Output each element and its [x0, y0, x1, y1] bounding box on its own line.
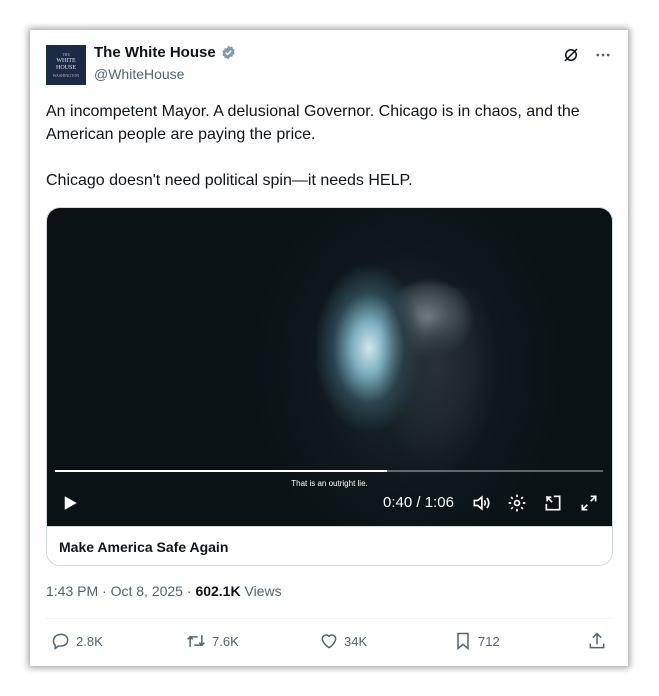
author-handle[interactable]: @WhiteHouse [94, 66, 184, 82]
reply-icon [52, 633, 69, 650]
post-paragraph: An incompetent Mayor. A delusional Gover… [46, 103, 580, 143]
picture-in-picture-icon[interactable] [543, 493, 563, 513]
share-icon [589, 632, 605, 649]
avatar-text-line: HOUSE [55, 65, 76, 71]
post-text: An incompetent Mayor. A delusional Gover… [46, 100, 612, 192]
reply-button[interactable]: 2.8K [51, 631, 103, 651]
like-button[interactable]: 34K [319, 631, 367, 651]
author-name[interactable]: The White House [94, 44, 216, 61]
video-progress-bar[interactable] [55, 470, 603, 472]
post-paragraph: Chicago doesn't need political spin—it n… [46, 172, 413, 189]
avatar-text-line: WASHINGTON [52, 73, 80, 78]
duration: 1:06 [424, 494, 454, 511]
like-count: 34K [344, 633, 368, 649]
video-title: Make America Safe Again [59, 539, 229, 555]
post-time[interactable]: 1:43 PM [46, 583, 98, 599]
tweet-card: THE WHITE HOUSE WASHINGTON The White Hou… [30, 30, 628, 666]
video-title-bar[interactable]: Make America Safe Again [47, 526, 612, 565]
video-card[interactable]: That is an outright lie. 0:40 / 1:06 Mak… [46, 207, 613, 566]
video-progress-fill [55, 470, 388, 472]
bookmark-count: 712 [478, 633, 500, 649]
video-controls: 0:40 / 1:06 [47, 488, 612, 518]
meta-separator: · [102, 583, 107, 599]
share-button[interactable] [587, 631, 607, 651]
fullscreen-icon[interactable] [579, 493, 599, 513]
action-bar: 2.8K 7.6K 34K 712 [30, 628, 628, 658]
video-subtitle: That is an outright lie. [291, 479, 368, 488]
avatar-text-line: WHITE [56, 58, 76, 64]
post-meta: 1:43 PM · Oct 8, 2025 · 602.1K Views [46, 583, 282, 599]
top-right-actions [562, 46, 612, 64]
meta-separator: · [186, 583, 192, 599]
avatar-text-line: THE [62, 52, 70, 57]
grok-icon[interactable] [562, 46, 580, 64]
reply-count: 2.8K [76, 633, 103, 649]
bookmark-button[interactable]: 712 [453, 631, 500, 651]
repost-count: 7.6K [212, 633, 239, 649]
views-label: Views [244, 583, 282, 599]
volume-icon[interactable] [471, 493, 491, 513]
author-name-row: The White House [94, 44, 236, 61]
repost-icon [187, 635, 205, 647]
verified-badge-icon[interactable] [221, 45, 236, 60]
divider [46, 618, 612, 619]
post-date[interactable]: Oct 8, 2025 [111, 583, 183, 599]
current-time: 0:40 [383, 494, 413, 511]
heart-icon [321, 634, 337, 649]
settings-gear-icon[interactable] [507, 493, 527, 513]
video-frame-figure [377, 288, 497, 478]
time-separator: / [416, 494, 421, 511]
repost-button[interactable]: 7.6K [185, 631, 239, 651]
more-options-icon[interactable] [594, 46, 612, 64]
video-time: 0:40 / 1:06 [383, 494, 454, 511]
avatar[interactable]: THE WHITE HOUSE WASHINGTON [46, 45, 86, 85]
play-icon[interactable] [61, 494, 79, 512]
video-player[interactable]: That is an outright lie. 0:40 / 1:06 [47, 208, 612, 526]
views-count: 602.1K [195, 583, 241, 599]
bookmark-icon [457, 632, 469, 651]
